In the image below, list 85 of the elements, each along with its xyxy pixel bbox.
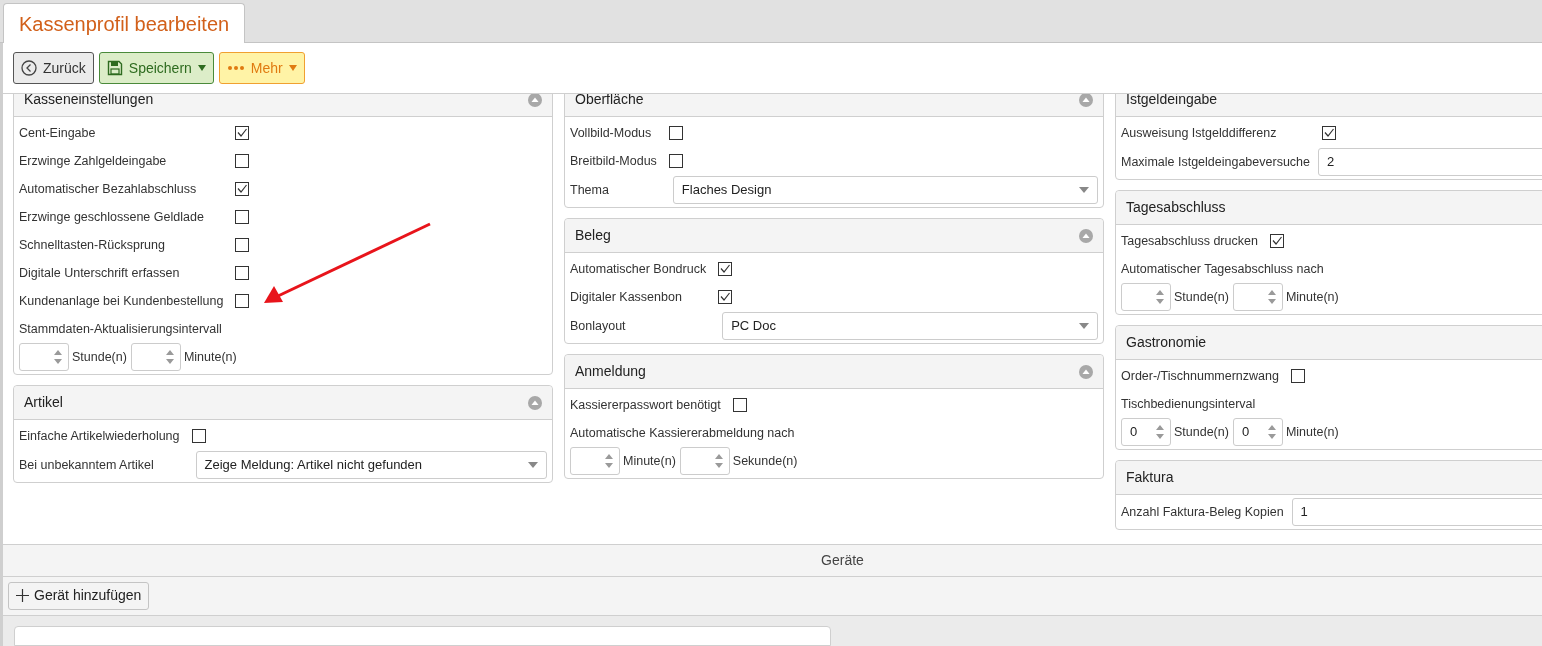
- setting-label: Kundenanlage bei Kundenbestellung: [19, 292, 224, 310]
- input-field[interactable]: 2: [1318, 148, 1542, 177]
- setting-label: Schnelltasten-Rücksprung: [19, 236, 166, 254]
- checkbox[interactable]: [235, 238, 250, 253]
- caret-icon: [528, 462, 538, 469]
- panel-title: Artikel: [24, 393, 63, 413]
- plus-icon: [16, 589, 29, 603]
- panel-title: Istgeldeingabe: [1126, 94, 1218, 110]
- checkbox[interactable]: [235, 266, 250, 281]
- save-button[interactable]: Speichern: [98, 52, 214, 84]
- setting-label: Einfache Artikelwiederholung: [19, 427, 180, 445]
- setting-label: Ausweisung Istgelddifferenz: [1121, 124, 1278, 142]
- number-spinner[interactable]: [130, 343, 181, 372]
- caret-icon: [197, 65, 206, 71]
- setting-label: Digitaler Kassenbon: [570, 288, 683, 306]
- setting-label: Thema: [570, 181, 610, 199]
- setting-label: Erzwinge Zahlgeldeingabe: [19, 152, 168, 170]
- checkbox[interactable]: [235, 294, 250, 309]
- number-spinner[interactable]: [570, 447, 620, 476]
- setting-label: Tagesabschluss drucken: [1121, 232, 1258, 250]
- dropdown[interactable]: Zeige Meldung: Artikel nicht gefunden: [195, 451, 547, 480]
- panel-title: Gastronomie: [1126, 333, 1207, 353]
- number-spinner[interactable]: 0: [1232, 418, 1283, 447]
- setting-label: Vollbild-Modus: [570, 124, 653, 142]
- back-button[interactable]: Zurück: [13, 52, 94, 84]
- unit-label: Stunde(n): [72, 348, 127, 366]
- caret-icon: [1079, 187, 1089, 194]
- checkbox[interactable]: [1322, 126, 1336, 141]
- setting-label: Anzahl Faktura-Beleg Kopien: [1121, 503, 1284, 521]
- number-spinner[interactable]: 0: [1121, 418, 1171, 447]
- setting-label: Order-/Tischnummernzwang: [1121, 367, 1279, 385]
- unit-label: Minute(n): [183, 348, 237, 366]
- checkbox[interactable]: [235, 126, 250, 141]
- setting-label: Cent-Eingabe: [19, 124, 97, 142]
- back-icon: [21, 60, 37, 76]
- setting-label: Stammdaten-Aktualisierungsintervall: [19, 320, 223, 338]
- dropdown[interactable]: PC Doc: [722, 312, 1098, 341]
- setting-label: Tischbedienungsinterval: [1121, 395, 1257, 413]
- checkbox[interactable]: [191, 429, 206, 444]
- setting-label: Kassiererpasswort benötigt: [570, 396, 721, 414]
- checkbox[interactable]: [718, 290, 733, 305]
- checkbox[interactable]: [1269, 234, 1284, 249]
- checkbox[interactable]: [732, 398, 747, 413]
- checkbox[interactable]: [718, 262, 733, 277]
- panel-title: Beleg: [575, 226, 611, 246]
- unit-label: Minute(n): [1285, 288, 1339, 306]
- panel-title: Tagesabschluss: [1126, 198, 1226, 218]
- section-title: Geräte: [821, 551, 864, 571]
- checkbox[interactable]: [1290, 369, 1305, 384]
- setting-label: Erzwinge geschlossene Geldlade: [19, 208, 205, 226]
- add-device-button[interactable]: Gerät hinzufügen: [8, 581, 150, 610]
- setting-label: Automatischer Bezahlabschluss: [19, 180, 198, 198]
- page-tab[interactable]: Kassenprofil bearbeiten: [3, 3, 246, 43]
- unit-label: Minute(n): [1285, 423, 1339, 441]
- input-field[interactable]: 1: [1291, 498, 1542, 527]
- panel-title: Kasseneinstellungen: [24, 94, 154, 110]
- number-spinner[interactable]: [679, 447, 730, 476]
- panel-title: Oberfläche: [575, 94, 644, 110]
- setting-label: Automatischer Tagesabschluss nach: [1121, 260, 1325, 278]
- setting-label: Maximale Istgeldeingabeversuche: [1121, 153, 1310, 171]
- checkbox[interactable]: [235, 210, 250, 225]
- number-spinner[interactable]: [1232, 283, 1283, 312]
- unit-label: Minute(n): [623, 452, 676, 470]
- setting-label: Digitale Unterschrift erfassen: [19, 264, 181, 282]
- panel-title: Anmeldung: [575, 362, 646, 382]
- number-spinner[interactable]: [1121, 283, 1171, 312]
- setting-label: Automatischer Bondruck: [570, 260, 707, 278]
- setting-label: Breitbild-Modus: [570, 152, 657, 170]
- unit-label: Sekunde(n): [732, 452, 798, 470]
- unit-label: Stunde(n): [1174, 288, 1229, 306]
- checkbox[interactable]: [235, 182, 250, 197]
- save-icon: [106, 60, 123, 76]
- panel-title: Faktura: [1126, 468, 1174, 488]
- caret-icon: [288, 65, 297, 71]
- number-spinner[interactable]: [19, 343, 69, 372]
- checkbox[interactable]: [235, 154, 250, 169]
- checkbox[interactable]: [668, 126, 683, 141]
- setting-label: Bei unbekanntem Artikel: [19, 456, 155, 474]
- setting-label: Bonlayout: [570, 317, 627, 335]
- unit-label: Stunde(n): [1174, 423, 1229, 441]
- caret-icon: [1079, 323, 1089, 330]
- dropdown[interactable]: Flaches Design: [672, 176, 1098, 205]
- checkbox[interactable]: [668, 154, 683, 169]
- more-icon: [226, 65, 245, 71]
- setting-label: Automatische Kassiererabmeldung nach: [570, 424, 796, 442]
